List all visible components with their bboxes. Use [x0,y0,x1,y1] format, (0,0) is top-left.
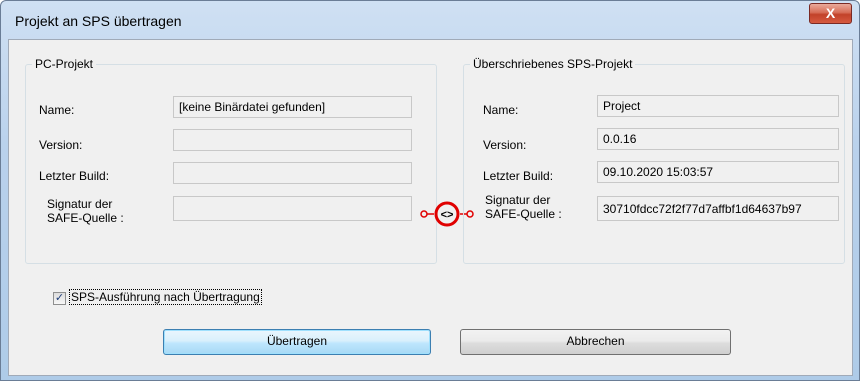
pc-signature-label-line2: SAFE-Quelle : [47,211,124,225]
sps-version-field: 0.0.16 [597,128,839,150]
close-button[interactable]: X [809,3,852,24]
compare-glyph: <> [441,209,454,221]
sps-name-field: Project [597,95,839,117]
pc-build-field [173,162,412,184]
sps-version-label: Version: [483,138,527,152]
sps-build-label: Letzter Build: [483,169,554,183]
pc-version-field [173,129,412,151]
close-icon: X [825,5,836,21]
pc-build-label: Letzter Build: [39,169,110,183]
run-after-transfer-checkbox[interactable]: ✓ [53,292,66,305]
pc-name-label: Name: [39,103,75,117]
dialog-client-area: PC-Projekt Name: [keine Binärdatei gefun… [8,39,853,376]
window-title: Projekt an SPS übertragen [15,13,182,29]
sps-build-field: 09.10.2020 15:03:57 [597,161,839,183]
sps-signature-label-line1: Signatur der [485,193,551,207]
pc-name-field: [keine Binärdatei gefunden] [173,96,412,118]
run-after-transfer-label[interactable]: SPS-Ausführung nach Übertragung [69,289,262,305]
transfer-button[interactable]: Übertragen [163,329,431,355]
sps-signature-field: 30710fdcc72f2f77d7affbf1d64637b97 [597,196,839,221]
title-bar[interactable]: Projekt an SPS übertragen X [1,1,859,37]
sps-name-label: Name: [483,103,519,117]
pc-signature-field [173,196,412,221]
cancel-button[interactable]: Abbrechen [460,329,731,355]
pc-version-label: Version: [39,138,83,152]
sps-signature-label-line2: SAFE-Quelle : [485,207,562,221]
pc-project-group-title: PC-Projekt [32,57,97,71]
pc-signature-label-line1: Signatur der [47,197,113,211]
sps-project-group-title: Überschriebenes SPS-Projekt [470,57,636,71]
dialog-window: Projekt an SPS übertragen X PC-Projekt N… [0,0,860,381]
